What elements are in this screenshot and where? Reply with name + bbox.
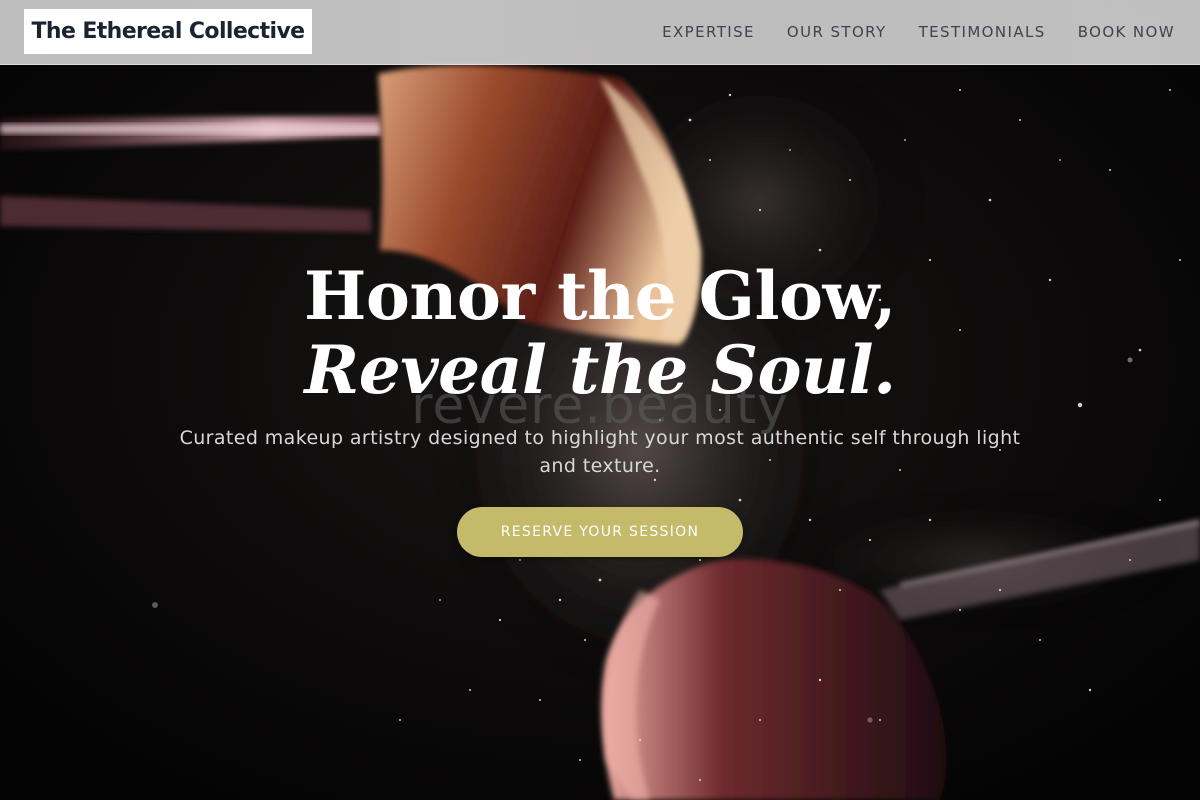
- nav-link-testimonials[interactable]: TESTIMONIALS: [919, 23, 1046, 41]
- reserve-session-button[interactable]: RESERVE YOUR SESSION: [457, 507, 743, 557]
- nav-link-expertise[interactable]: EXPERTISE: [662, 23, 755, 41]
- main-nav: EXPERTISE OUR STORY TESTIMONIALS BOOK NO…: [662, 0, 1175, 64]
- landing-page: The Ethereal Collective EXPERTISE OUR ST…: [0, 0, 1200, 800]
- nav-link-our-story[interactable]: OUR STORY: [787, 23, 887, 41]
- hero-subtitle: Curated makeup artistry designed to high…: [179, 427, 1021, 477]
- nav-link-book-now[interactable]: BOOK NOW: [1078, 23, 1175, 41]
- headline-line-1: Honor the Glow,: [304, 257, 896, 335]
- brand-name: The Ethereal Collective: [31, 19, 305, 44]
- brand-logo[interactable]: The Ethereal Collective: [24, 9, 312, 54]
- hero-headline: Honor the Glow, Reveal the Soul.: [0, 258, 1200, 406]
- site-header: The Ethereal Collective EXPERTISE OUR ST…: [0, 0, 1200, 65]
- headline-line-2: Reveal the Soul.: [304, 331, 896, 409]
